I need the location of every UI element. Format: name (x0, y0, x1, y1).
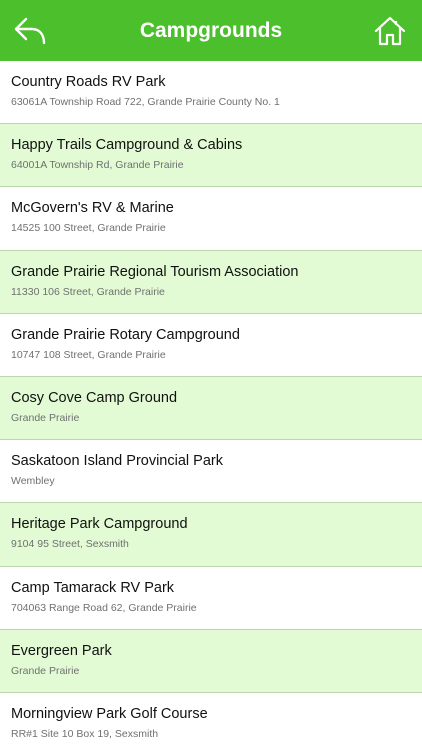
campground-name: Grande Prairie Rotary Campground (11, 326, 240, 343)
list-item[interactable]: Heritage Park Campground 9104 95 Street, … (0, 503, 422, 567)
campground-name: Evergreen Park (11, 642, 112, 659)
campground-list: Country Roads RV Park 63061A Township Roa… (0, 61, 422, 750)
campground-address: 9104 95 Street, Sexsmith (11, 538, 129, 551)
campground-name: Cosy Cove Camp Ground (11, 389, 178, 406)
list-item[interactable]: Grande Prairie Regional Tourism Associat… (0, 250, 422, 314)
home-icon (374, 16, 406, 46)
campground-address: 10747 108 Street, Grande Prairie (11, 348, 166, 361)
campground-name: Happy Trails Campground & Cabins (11, 137, 243, 154)
campground-address: Grande Prairie (11, 664, 80, 677)
campground-address: Grande Prairie (11, 411, 80, 424)
list-item[interactable]: Camp Tamarack RV Park 704063 Range Road 6… (0, 566, 422, 630)
list-item[interactable]: Country Roads RV Park 63061A Township Roa… (0, 61, 422, 125)
list-item[interactable]: Saskatoon Island Provincial Park Wembley (0, 440, 422, 504)
list-item[interactable]: Grande Prairie Rotary Campground 10747 10… (0, 313, 422, 377)
campground-address: 63061A Township Road 722, Grande Prairie… (11, 96, 280, 108)
campground-address: 704063 Range Road 62, Grande Prairie (11, 601, 197, 614)
app-screen: Campgrounds Country Roads RV Park 63061A … (0, 0, 422, 750)
campground-address: Wembley (11, 475, 55, 488)
campground-name: Saskatoon Island Provincial Park (11, 453, 223, 470)
campground-address: 11330 106 Street, Grande Prairie (11, 285, 165, 298)
home-button[interactable] (370, 12, 410, 50)
campground-name: McGovern's RV & Marine (11, 200, 174, 217)
list-item[interactable]: McGovern's RV & Marine 14525 100 Street, … (0, 187, 422, 251)
campground-name: Morningview Park Golf Course (11, 705, 208, 722)
list-item[interactable]: Cosy Cove Camp Ground Grande Prairie (0, 376, 422, 441)
campground-name: Camp Tamarack RV Park (11, 579, 175, 596)
navigation-bar: Campgrounds (0, 0, 422, 61)
campground-address: 64001A Township Rd, Grande Prairie (11, 159, 184, 172)
campground-name: Heritage Park Campground (11, 516, 188, 533)
list-item[interactable]: Happy Trails Campground & Cabins 64001A T… (0, 124, 422, 188)
list-item[interactable]: Evergreen Park Grande Prairie (0, 629, 422, 693)
list-item[interactable]: Morningview Park Golf Course RR#1 Site 10… (0, 692, 422, 750)
campground-address: RR#1 Site 10 Box 19, Sexsmith (11, 727, 159, 740)
campground-name: Country Roads RV Park (11, 74, 166, 90)
campground-name: Grande Prairie Regional Tourism Associat… (11, 263, 299, 280)
campground-address: 14525 100 Street, Grande Prairie (11, 222, 166, 235)
page-title: Campgrounds (139, 19, 283, 42)
